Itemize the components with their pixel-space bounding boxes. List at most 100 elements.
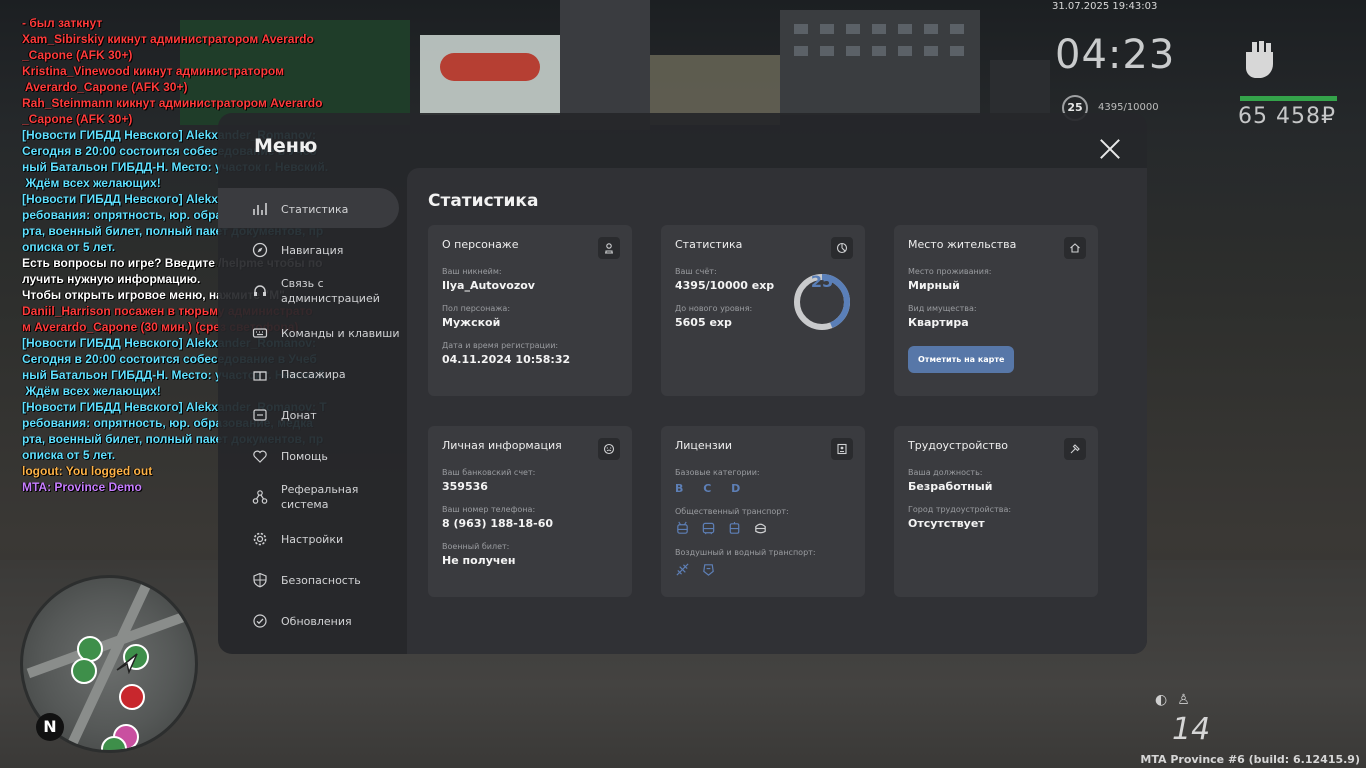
card-title: Место жительства [908,238,1017,251]
pie-chart-icon [831,237,853,259]
field-label: Пол персонажа: [442,304,511,313]
gender-value: Мужской [442,316,501,329]
field-label: Город трудоустройства: [908,505,1012,514]
sidebar-item-label: Помощь [281,449,328,463]
sidebar-item-label: Пассажира [281,367,346,381]
keyboard-icon [252,325,268,341]
chat-line: _Capone (AFK 30+) [22,48,133,62]
phone-value: 8 (963) 188-18-60 [442,517,554,530]
sidebar-item-settings[interactable]: Настройки [252,531,343,547]
bus-icon [702,522,715,535]
hud-money: 65 458₽ [1238,104,1336,129]
menu-modal: Меню Статистика Навигация Связь с админи… [218,113,1147,654]
card-licenses: Лицензии Базовые категории: B C D Общест… [661,426,865,597]
statistics-panel: Статистика О персонаже Ваш никнейм: Ilya… [407,168,1147,654]
chat-line: Averardo_Capone (AFK 30+) [22,80,188,94]
sidebar-item-commands[interactable]: Команды и клавиши [252,325,399,341]
field-label: Базовые категории: [675,468,760,477]
chat-line: - был заткнут [22,16,103,30]
tram-icon [729,521,740,534]
speedometer: 14 [1172,712,1211,747]
mark-on-map-button[interactable]: Отметить на карте [908,346,1015,373]
health-bar [1240,96,1337,101]
building [560,0,650,130]
gear-icon [252,531,268,547]
registration-value: 04.11.2024 10:58:32 [442,353,571,366]
north-icon: N [36,713,64,741]
field-label: Ваш никнейм: [442,267,502,276]
sidebar-item-donate[interactable]: Донат [252,407,317,423]
field-label: Место проживания: [908,267,992,276]
sidebar-item-help[interactable]: Помощь [252,448,328,464]
hammer-icon [1064,438,1086,460]
sidebar-item-label: Навигация [281,243,344,257]
sidebar-item-label: Статистика [281,202,349,216]
seatbelt-icon: ♙ [1177,692,1200,708]
trolleybus-icon [677,521,688,534]
sidebar-item-support[interactable]: Связь с администрацией [252,276,381,306]
shop-logo [440,53,540,81]
sidebar-item-label: Реферальная система [281,483,359,511]
card-title: Статистика [675,238,743,251]
heart-icon [252,448,268,464]
fist-icon [1246,41,1273,78]
bank-value: 359536 [442,480,488,493]
card-residence: Место жительства Место проживания: Мирны… [894,225,1098,396]
user-stamp-icon [598,237,620,259]
home-icon [1064,237,1086,259]
sidebar-item-label: Донат [281,408,317,422]
plane-icon [676,563,689,576]
sidebar-item-updates[interactable]: Обновления [252,613,352,629]
sidebar-item-navigation[interactable]: Навигация [252,242,343,258]
card-title: Трудоустройство [908,439,1009,452]
metro-icon [119,684,145,710]
sidebar-item-passenger[interactable]: Пассажира [252,366,346,382]
field-label: Ваш банковский счет: [442,468,536,477]
hud-clock: 04:23 [1055,32,1176,78]
chat-line: Kristina_Vinewood кикнут администратором [22,64,284,78]
sidebar-item-label: Обновления [281,614,352,628]
shop-sign [420,35,560,115]
build-info: MTA Province #6 (build: 6.12415.9) [1140,753,1360,766]
headlight-icon: ◐ [1155,692,1178,708]
chart-icon [252,201,268,217]
field-label: Воздушный и водный транспорт: [675,548,816,557]
house-icon [71,658,97,684]
sidebar-item-referral[interactable]: Реферальная система [252,482,371,512]
hud-exp: 4395/10000 [1098,102,1159,113]
menu-title: Меню [254,135,318,157]
field-label: Дата и время регистрации: [442,341,559,350]
id-card-icon [831,438,853,460]
chat-line: Xam_Sibirskiy кикнут администратором Ave… [22,32,314,46]
card-stats: Статистика Ваш счёт: 4395/10000 exp До н… [661,225,865,396]
field-label: Ваша должность: [908,468,983,477]
card-job: Трудоустройство Ваша должность: Безработ… [894,426,1098,597]
field-label: Вид имущества: [908,304,977,313]
sidebar-item-label: Настройки [281,532,344,546]
metro-train-icon [755,523,766,534]
air-water-transport-icons [675,562,851,577]
card-title: О персонаже [442,238,519,251]
card-title: Личная информация [442,439,562,452]
card-title: Лицензии [675,439,733,452]
building [990,60,1050,120]
field-label: Общественный транспорт: [675,507,789,516]
job-city-value: Отсутствует [908,517,985,530]
content-title: Статистика [428,191,539,211]
referral-icon [252,489,268,505]
level-value: 25 [810,272,834,291]
sidebar-item-statistics[interactable]: Статистика [252,201,348,217]
close-button[interactable] [1098,137,1122,161]
refresh-icon [252,613,268,629]
property-value: Квартира [908,316,969,329]
card-personal: Личная информация Ваш банковский счет: 3… [428,426,632,597]
position-value: Безработный [908,480,993,493]
shield-icon [252,572,268,588]
hud-datetime: 31.07.2025 19:43:03 [1052,1,1158,12]
sidebar-item-label: Команды и клавиши [281,326,400,340]
sidebar-item-security[interactable]: Безопасность [252,572,361,588]
chat-line: Rah_Steinmann кикнут администратором Ave… [22,96,323,110]
level-donut: 25 [792,272,852,332]
military-value: Не получен [442,554,516,567]
vehicle-status-icons: ◐♙ [1155,692,1200,708]
